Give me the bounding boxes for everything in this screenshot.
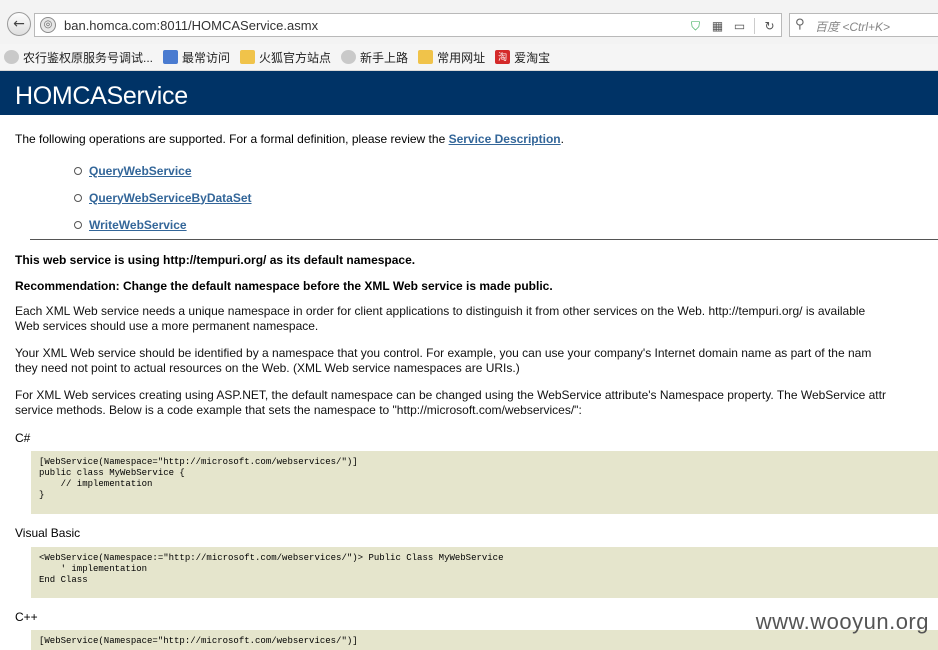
bullet-icon: [74, 220, 82, 229]
operation-link[interactable]: WriteWebService: [89, 218, 187, 232]
folder-icon: [418, 50, 434, 64]
reload-icon[interactable]: ↻: [762, 19, 777, 34]
list-item: QueryWebServiceByDataSet: [74, 184, 252, 211]
search-icon: ⚲: [795, 17, 805, 32]
search-placeholder: 百度 <Ctrl+K>: [815, 20, 891, 34]
folder-icon: [240, 50, 256, 64]
divider: [754, 18, 755, 34]
code-block: [WebService(Namespace="http://microsoft.…: [31, 451, 938, 514]
divider: [30, 239, 938, 240]
watermark: www.wooyun.org: [755, 609, 929, 634]
globe-icon: [4, 50, 19, 64]
shield-icon[interactable]: ⛉: [688, 19, 703, 34]
bookmark-item[interactable]: 农行鉴权原服务号调试...: [4, 49, 153, 66]
paragraph: For XML Web services creating using ASP.…: [15, 388, 886, 417]
browser-toolbar: ← ◎ ban.homca.com:8011/HOMCAService.asmx…: [0, 0, 938, 44]
intro-text: The following operations are supported. …: [15, 132, 564, 146]
code-block: <WebService(Namespace:="http://microsoft…: [31, 547, 938, 598]
address-bar[interactable]: ◎ ban.homca.com:8011/HOMCAService.asmx ⛉…: [34, 13, 782, 37]
back-arrow-icon[interactable]: ←: [7, 12, 31, 36]
bookmark-item[interactable]: 常用网址: [418, 49, 485, 66]
globe-icon: [341, 50, 357, 64]
namespace-notice: This web service is using http://tempuri…: [15, 253, 416, 267]
bookmark-item[interactable]: 火狐官方站点: [240, 49, 331, 66]
language-label: Visual Basic: [15, 526, 81, 540]
operation-link[interactable]: QueryWebService: [89, 164, 192, 178]
bullet-icon: [74, 193, 82, 202]
language-label: C#: [15, 431, 31, 445]
paragraph: Each XML Web service needs a unique name…: [15, 304, 866, 333]
search-box[interactable]: ⚲ 百度 <Ctrl+K>: [789, 13, 938, 37]
bookmarks-bar: 农行鉴权原服务号调试... 最常访问 火狐官方站点 新手上路 常用网址 淘爱淘宝: [0, 44, 938, 71]
bullet-icon: [74, 166, 82, 175]
bookmark-item[interactable]: 最常访问: [163, 49, 230, 66]
qr-code-icon[interactable]: ▦: [710, 19, 725, 34]
recommendation: Recommendation: Change the default names…: [15, 279, 553, 293]
operations-list: QueryWebService QueryWebServiceByDataSet…: [74, 157, 252, 238]
reader-view-icon[interactable]: ▭: [732, 19, 747, 34]
bookmark-item[interactable]: 淘爱淘宝: [495, 49, 550, 66]
url-icons: ⛉ ▦ ▭ ↻: [688, 16, 777, 36]
page-header: HOMCAService: [0, 71, 938, 115]
globe-icon: ◎: [40, 17, 56, 33]
most-visited-icon: [163, 50, 179, 64]
language-label: C++: [15, 610, 38, 624]
list-item: WriteWebService: [74, 211, 252, 238]
taobao-icon: 淘: [495, 50, 511, 64]
operation-link[interactable]: QueryWebServiceByDataSet: [89, 191, 252, 205]
list-item: QueryWebService: [74, 157, 252, 184]
bookmark-item[interactable]: 新手上路: [341, 49, 408, 66]
paragraph: Your XML Web service should be identifie…: [15, 346, 872, 375]
page-title: HOMCAService: [15, 82, 188, 110]
page-content: HOMCAService The following operations ar…: [0, 71, 938, 650]
url-text[interactable]: ban.homca.com:8011/HOMCAService.asmx: [64, 18, 318, 33]
service-description-link[interactable]: Service Description: [449, 132, 561, 146]
